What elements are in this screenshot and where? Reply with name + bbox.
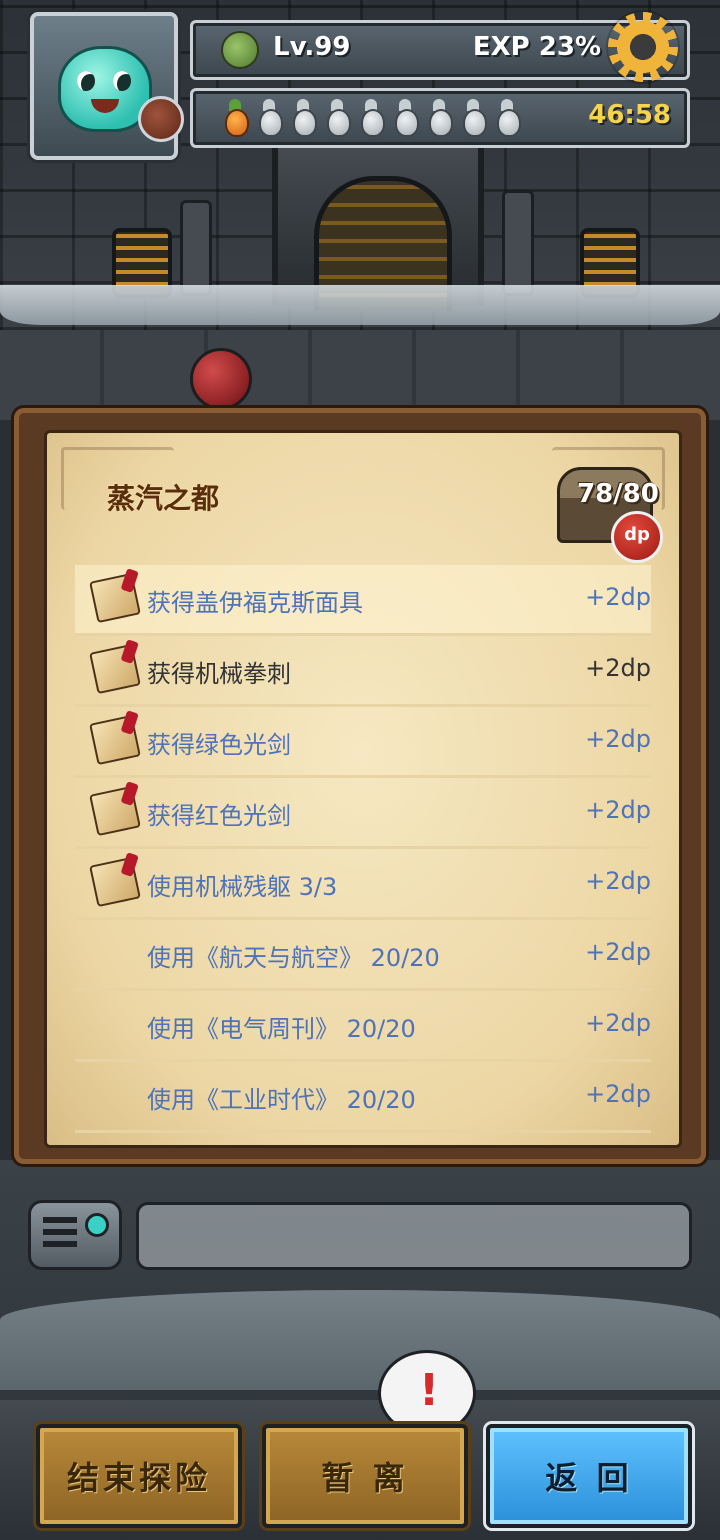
floor-tiles	[0, 330, 720, 420]
carrot-icon	[423, 99, 455, 137]
energy-carrots	[219, 99, 523, 137]
dp-badge-icon: dp	[611, 511, 663, 563]
carrot-icon	[355, 99, 387, 137]
gear-icon[interactable]	[608, 12, 678, 82]
snow-ledge	[0, 285, 720, 325]
level-text: Lv.99	[273, 32, 351, 62]
scroll-icon	[89, 856, 141, 908]
dp-progress: 78/80	[577, 479, 659, 509]
task-reward: +2dp	[585, 725, 651, 753]
task-reward: +2dp	[585, 796, 651, 824]
scroll-icon	[89, 643, 141, 695]
shield-icon	[138, 96, 184, 142]
steam-pipe	[502, 190, 534, 296]
task-row[interactable]: 使用机械残躯 3/3 +2dp	[75, 849, 651, 920]
task-label: 获得盖伊福克斯面具	[147, 589, 363, 617]
task-reward: +2dp	[585, 867, 651, 895]
end-expedition-button[interactable]: 结束探险	[36, 1424, 242, 1528]
carrot-icon	[491, 99, 523, 137]
carrot-icon	[321, 99, 353, 137]
tree-icon	[221, 31, 259, 69]
task-label: 使用《航天与航空》 20/20	[147, 944, 440, 972]
task-label: 获得红色光剑	[147, 802, 291, 830]
task-label: 使用《电气周刊》 20/20	[147, 1015, 416, 1043]
carrot-icon	[219, 99, 251, 137]
task-label: 使用机械残躯 3/3	[147, 873, 338, 901]
carrot-icon	[389, 99, 421, 137]
task-row[interactable]: 获得机械拳刺 +2dp	[75, 636, 651, 707]
task-label: 获得机械拳刺	[147, 660, 291, 688]
task-reward: +2dp	[585, 1080, 651, 1108]
task-reward: +2dp	[585, 938, 651, 966]
message-box[interactable]	[136, 1202, 692, 1270]
away-button[interactable]: 暂 离	[262, 1424, 468, 1528]
player-avatar[interactable]	[30, 12, 184, 160]
task-row[interactable]: 使用《航天与航空》 20/20 +2dp	[75, 920, 651, 991]
task-row[interactable]: 获得绿色光剑 +2dp	[75, 707, 651, 778]
task-row[interactable]: 使用《电气周刊》 20/20 +2dp	[75, 991, 651, 1062]
task-reward: +2dp	[585, 583, 651, 611]
exclamation-icon: !	[419, 1365, 440, 1416]
parchment: 蒸汽之都 78/80 dp 获得盖伊福克斯面具 +2dp 获得机械拳刺 +2dp 获得绿…	[44, 430, 682, 1148]
scroll-icon	[89, 714, 141, 766]
achievement-panel: 蒸汽之都 78/80 dp 获得盖伊福克斯面具 +2dp 获得机械拳刺 +2dp 获得绿…	[14, 408, 706, 1164]
carrot-icon	[287, 99, 319, 137]
carrot-icon	[253, 99, 285, 137]
scroll-icon	[89, 572, 141, 624]
task-reward: +2dp	[585, 654, 651, 682]
task-label: 使用《工业时代》 20/20	[147, 1086, 416, 1114]
task-reward: +2dp	[585, 1009, 651, 1037]
steam-pipe	[180, 200, 212, 296]
energy-timer: 46:58	[588, 100, 671, 130]
scroll-icon	[89, 785, 141, 837]
exp-text: EXP 23%	[472, 32, 601, 62]
zone-title: 蒸汽之都	[107, 482, 220, 515]
snow-drift	[0, 1290, 720, 1390]
energy-bar: 46:58	[190, 88, 690, 148]
task-row[interactable]: 获得盖伊福克斯面具 +2dp	[75, 565, 651, 636]
carrot-icon	[457, 99, 489, 137]
back-button[interactable]: 返 回	[486, 1424, 692, 1528]
task-label: 获得绿色光剑	[147, 731, 291, 759]
radio-icon[interactable]	[28, 1200, 122, 1270]
red-potion-icon[interactable]	[190, 348, 252, 410]
task-row[interactable]: 获得红色光剑 +2dp	[75, 778, 651, 849]
task-list: 获得盖伊福克斯面具 +2dp 获得机械拳刺 +2dp 获得绿色光剑 +2dp 获得红色光剑 +…	[47, 565, 679, 1133]
task-row[interactable]: 使用《工业时代》 20/20 +2dp	[75, 1062, 651, 1133]
